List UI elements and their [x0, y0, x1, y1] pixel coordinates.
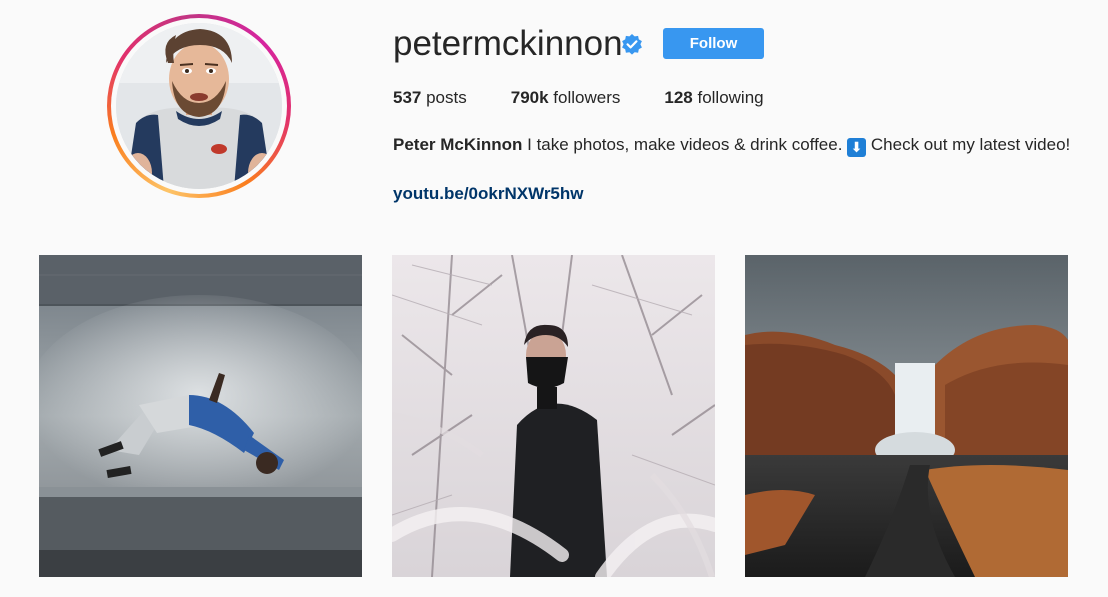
following-label: following	[692, 88, 764, 107]
bio-external-link[interactable]: youtu.be/0okrNXWr5hw	[393, 184, 584, 204]
posts-label: posts	[421, 88, 467, 107]
followers-label: followers	[548, 88, 621, 107]
bio-text-continued: Check out my latest video!	[866, 135, 1071, 154]
username: petermckinnon	[393, 24, 623, 63]
post-image-backflip	[39, 255, 362, 577]
post-waterfall-landscape-photo[interactable]	[745, 255, 1068, 577]
stat-posts: 537 posts	[393, 88, 467, 108]
verified-badge-icon	[622, 34, 642, 55]
profile-bio: Peter McKinnon I take photos, make video…	[393, 132, 1073, 158]
follow-button[interactable]: Follow	[663, 28, 764, 59]
post-snow-forest-portrait-photo[interactable]	[392, 255, 715, 577]
bio-text: I take photos, make videos & drink coffe…	[522, 135, 848, 154]
avatar-ring-gap	[111, 18, 287, 194]
post-image-snow-portrait	[392, 255, 715, 577]
post-image-waterfall	[745, 255, 1068, 577]
avatar-photo-art	[116, 23, 282, 189]
avatar-story-ring[interactable]	[107, 14, 291, 198]
down-arrow-emoji-icon: ⬇	[847, 138, 867, 157]
stat-following[interactable]: 128 following	[664, 88, 763, 108]
avatar[interactable]	[116, 23, 282, 189]
followers-count: 790k	[510, 88, 549, 107]
following-count: 128	[664, 88, 693, 107]
posts-count: 537	[393, 88, 422, 107]
stat-followers[interactable]: 790k followers	[511, 88, 621, 108]
full-name: Peter McKinnon	[393, 135, 523, 154]
post-backflip-photo[interactable]	[39, 255, 362, 577]
profile-stats: 537 posts 790k followers 128 following	[393, 88, 808, 108]
